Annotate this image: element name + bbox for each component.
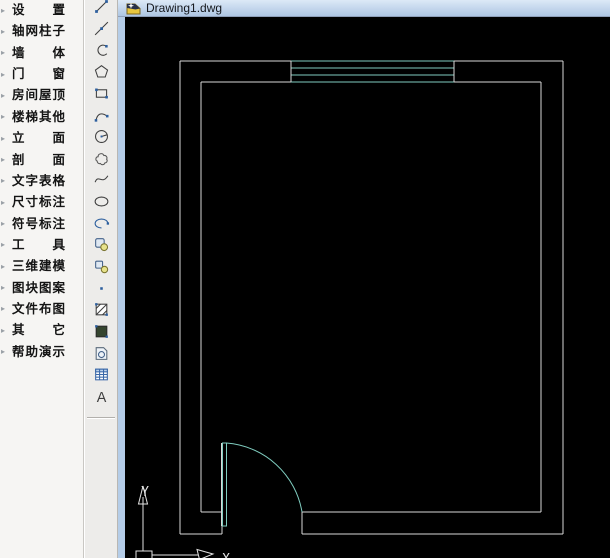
insert-block-icon[interactable] [85,234,117,256]
revision-cloud-icon[interactable] [85,147,117,169]
sidebar-item-label: 剖 面 [12,154,65,167]
sidebar-item-3d-modeling[interactable]: ▸三维建模 [0,256,83,277]
sidebar-item-label: 尺寸标注 [12,196,65,209]
point-icon[interactable] [85,277,117,299]
sidebar-item-label: 工 具 [12,239,65,252]
hatch-icon[interactable] [85,299,117,321]
sidebar-item-settings[interactable]: ▸设 置 [0,0,83,21]
rectangle-icon[interactable] [85,83,117,105]
circle-icon[interactable] [85,126,117,148]
sidebar-item-label: 文件布图 [12,303,65,316]
arc-icon[interactable] [85,104,117,126]
spline-icon[interactable] [85,169,117,191]
expand-arrow-icon: ▸ [0,305,12,313]
sidebar-menu: ▸设 置▸轴网柱子▸墙 体▸门 窗▸房间屋顶▸楼梯其他▸立 面▸剖 面▸文字表格… [0,0,83,363]
expand-arrow-icon: ▸ [0,7,12,15]
ucs-icon: YX [136,485,230,558]
polyline-icon[interactable] [85,39,117,61]
sidebar-item-other[interactable]: ▸其 它 [0,320,83,341]
sidebar-item-label: 设 置 [12,4,65,17]
expand-arrow-icon: ▸ [0,327,12,335]
door-swing-arc [227,443,303,512]
expand-arrow-icon: ▸ [0,177,12,185]
ellipse-arc-icon[interactable] [85,212,117,234]
polygon-icon[interactable] [85,61,117,83]
dwg-file-icon [126,2,141,15]
sidebar-item-label: 房间屋顶 [12,89,65,102]
sidebar-item-dimension[interactable]: ▸尺寸标注 [0,192,83,213]
sidebar-item-label: 三维建模 [12,260,65,273]
mtext-icon[interactable]: A [85,386,117,408]
sidebar-item-label: 墙 体 [12,47,65,60]
toolbar-divider [87,417,115,419]
sidebar-item-label: 符号标注 [12,218,65,231]
expand-arrow-icon: ▸ [0,220,12,228]
ellipse-icon[interactable] [85,191,117,213]
sidebar-item-label: 图块图案 [12,282,65,295]
gradient-icon[interactable] [85,321,117,343]
expand-arrow-icon: ▸ [0,263,12,271]
expand-arrow-icon: ▸ [0,92,12,100]
sidebar-item-label: 其 它 [12,324,65,337]
sidebar-item-label: 楼梯其他 [12,111,65,124]
expand-arrow-icon: ▸ [0,135,12,143]
sidebar-item-symbol-annotation[interactable]: ▸符号标注 [0,213,83,234]
sidebar-item-label: 文字表格 [12,175,65,188]
drawing-window-titlebar[interactable]: Drawing1.dwg [118,0,610,17]
drawing-title: Drawing1.dwg [146,1,222,15]
sidebar-item-wall[interactable]: ▸墙 体 [0,43,83,64]
expand-arrow-icon: ▸ [0,348,12,356]
expand-arrow-icon: ▸ [0,284,12,292]
make-block-icon[interactable] [85,256,117,278]
floor-plan: YX [125,17,610,558]
ucs-x-label: X [222,552,230,558]
line-icon[interactable] [85,0,117,18]
sidebar-item-label: 门 窗 [12,68,65,81]
expand-arrow-icon: ▸ [0,71,12,79]
drawing-window: Drawing1.dwg YX [118,0,610,558]
sidebar-item-label: 帮助演示 [12,346,65,359]
door-symbol [222,443,303,534]
expand-arrow-icon: ▸ [0,113,12,121]
sidebar-item-label: 轴网柱子 [12,25,65,38]
sidebar-item-section[interactable]: ▸剖 面 [0,149,83,170]
construction-line-icon[interactable] [85,18,117,40]
sidebar-menu-panel: ▸设 置▸轴网柱子▸墙 体▸门 窗▸房间屋顶▸楼梯其他▸立 面▸剖 面▸文字表格… [0,0,84,558]
sidebar-item-stairs-other[interactable]: ▸楼梯其他 [0,107,83,128]
svg-text:A: A [96,390,106,405]
table-icon[interactable] [85,364,117,386]
expand-arrow-icon: ▸ [0,241,12,249]
region-icon[interactable] [85,342,117,364]
expand-arrow-icon: ▸ [0,156,12,164]
sidebar-item-tools[interactable]: ▸工 具 [0,235,83,256]
sidebar-item-elevation[interactable]: ▸立 面 [0,128,83,149]
sidebar-item-room-roof[interactable]: ▸房间屋顶 [0,85,83,106]
cad-application: ▸设 置▸轴网柱子▸墙 体▸门 窗▸房间屋顶▸楼梯其他▸立 面▸剖 面▸文字表格… [0,0,610,558]
draw-toolbar-icons: A [85,0,117,407]
sidebar-item-label: 立 面 [12,132,65,145]
expand-arrow-icon: ▸ [0,49,12,57]
room-walls [180,61,563,534]
expand-arrow-icon: ▸ [0,199,12,207]
draw-toolbar: A [84,0,118,558]
sidebar-item-block-pattern[interactable]: ▸图块图案 [0,277,83,298]
sidebar-item-text-table[interactable]: ▸文字表格 [0,171,83,192]
sidebar-item-help-demo[interactable]: ▸帮助演示 [0,342,83,363]
sidebar-item-door-window[interactable]: ▸门 窗 [0,64,83,85]
sidebar-item-axis-grid-columns[interactable]: ▸轴网柱子 [0,21,83,42]
window-symbol [291,61,454,82]
sidebar-item-file-layout[interactable]: ▸文件布图 [0,299,83,320]
expand-arrow-icon: ▸ [0,28,12,36]
door-leaf [223,443,227,526]
drawing-canvas[interactable]: YX [125,17,610,558]
